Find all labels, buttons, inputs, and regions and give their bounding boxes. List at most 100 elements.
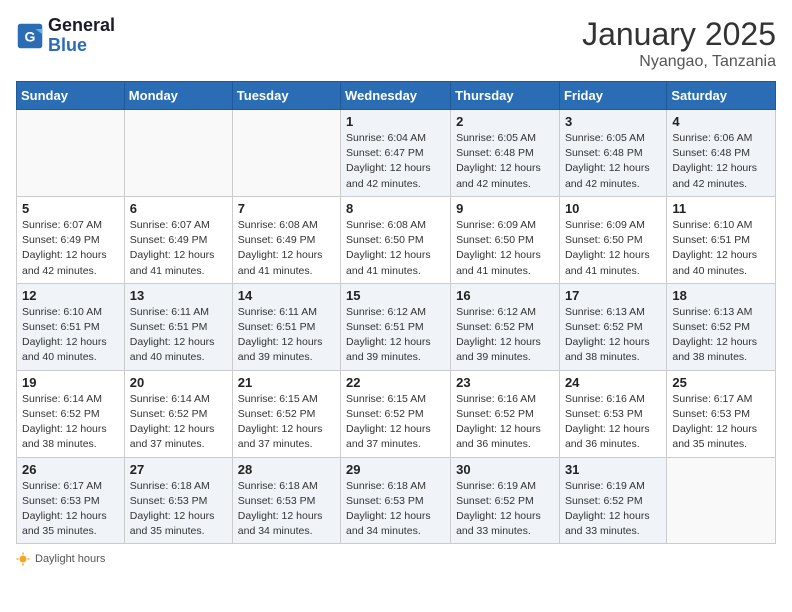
calendar-cell bbox=[17, 110, 125, 197]
day-number: 18 bbox=[672, 288, 770, 303]
day-number: 30 bbox=[456, 462, 554, 477]
day-info: Sunrise: 6:09 AM Sunset: 6:50 PM Dayligh… bbox=[456, 218, 554, 279]
calendar-cell: 17Sunrise: 6:13 AM Sunset: 6:52 PM Dayli… bbox=[559, 283, 666, 370]
day-number: 15 bbox=[346, 288, 445, 303]
day-number: 13 bbox=[130, 288, 227, 303]
day-number: 21 bbox=[238, 375, 335, 390]
day-number: 2 bbox=[456, 114, 554, 129]
day-info: Sunrise: 6:08 AM Sunset: 6:50 PM Dayligh… bbox=[346, 218, 445, 279]
day-number: 26 bbox=[22, 462, 119, 477]
day-info: Sunrise: 6:16 AM Sunset: 6:52 PM Dayligh… bbox=[456, 392, 554, 453]
calendar-cell: 1 Sunrise: 6:04 AM Sunset: 6:47 PM Daylig… bbox=[341, 110, 451, 197]
calendar-cell: 4 Sunrise: 6:06 AM Sunset: 6:48 PM Daylig… bbox=[667, 110, 776, 197]
day-info: Sunrise: 6:14 AM Sunset: 6:52 PM Dayligh… bbox=[130, 392, 227, 453]
day-number: 4 bbox=[672, 114, 770, 129]
calendar-table: SundayMondayTuesdayWednesdayThursdayFrid… bbox=[16, 81, 776, 544]
calendar-cell: 22Sunrise: 6:15 AM Sunset: 6:52 PM Dayli… bbox=[341, 370, 451, 457]
calendar-cell: 20 Sunrise: 6:14 AM Sunset: 6:52 PM Dayli… bbox=[124, 370, 232, 457]
day-number: 11 bbox=[672, 201, 770, 216]
day-of-week-header: Thursday bbox=[451, 82, 560, 110]
calendar-cell: 8 Sunrise: 6:08 AM Sunset: 6:50 PM Daylig… bbox=[341, 196, 451, 283]
day-info: Sunrise: 6:10 AM Sunset: 6:51 PM Dayligh… bbox=[672, 218, 770, 279]
day-number: 8 bbox=[346, 201, 445, 216]
day-number: 12 bbox=[22, 288, 119, 303]
day-number: 20 bbox=[130, 375, 227, 390]
calendar-cell bbox=[124, 110, 232, 197]
day-info: Sunrise: 6:18 AM Sunset: 6:53 PM Dayligh… bbox=[130, 479, 227, 540]
calendar-cell bbox=[667, 457, 776, 544]
day-of-week-header: Wednesday bbox=[341, 82, 451, 110]
day-number: 1 bbox=[346, 114, 445, 129]
calendar-cell: 12 Sunrise: 6:10 AM Sunset: 6:51 PM Dayli… bbox=[17, 283, 125, 370]
day-info: Sunrise: 6:15 AM Sunset: 6:52 PM Dayligh… bbox=[238, 392, 335, 453]
day-number: 9 bbox=[456, 201, 554, 216]
day-info: Sunrise: 6:15 AM Sunset: 6:52 PM Dayligh… bbox=[346, 392, 445, 453]
day-number: 3 bbox=[565, 114, 661, 129]
day-number: 7 bbox=[238, 201, 335, 216]
calendar-week-row: 5 Sunrise: 6:07 AM Sunset: 6:49 PM Daylig… bbox=[17, 196, 776, 283]
day-info: Sunrise: 6:17 AM Sunset: 6:53 PM Dayligh… bbox=[672, 392, 770, 453]
day-number: 29 bbox=[346, 462, 445, 477]
calendar-cell: 21 Sunrise: 6:15 AM Sunset: 6:52 PM Dayli… bbox=[232, 370, 340, 457]
calendar-cell: 9 Sunrise: 6:09 AM Sunset: 6:50 PM Daylig… bbox=[451, 196, 560, 283]
calendar-cell: 24Sunrise: 6:16 AM Sunset: 6:53 PM Dayli… bbox=[559, 370, 666, 457]
day-info: Sunrise: 6:11 AM Sunset: 6:51 PM Dayligh… bbox=[238, 305, 335, 366]
svg-text:G: G bbox=[25, 28, 36, 44]
day-info: Sunrise: 6:13 AM Sunset: 6:52 PM Dayligh… bbox=[672, 305, 770, 366]
day-number: 31 bbox=[565, 462, 661, 477]
logo: G General Blue bbox=[16, 16, 115, 56]
calendar-header-row: SundayMondayTuesdayWednesdayThursdayFrid… bbox=[17, 82, 776, 110]
day-number: 23 bbox=[456, 375, 554, 390]
calendar-cell: 11 Sunrise: 6:10 AM Sunset: 6:51 PM Dayli… bbox=[667, 196, 776, 283]
calendar-cell: 26Sunrise: 6:17 AM Sunset: 6:53 PM Dayli… bbox=[17, 457, 125, 544]
title-block: January 2025 Nyangao, Tanzania bbox=[582, 16, 776, 71]
calendar-cell: 19 Sunrise: 6:14 AM Sunset: 6:52 PM Dayli… bbox=[17, 370, 125, 457]
calendar-cell: 29 Sunrise: 6:18 AM Sunset: 6:53 PM Dayli… bbox=[341, 457, 451, 544]
day-info: Sunrise: 6:19 AM Sunset: 6:52 PM Dayligh… bbox=[456, 479, 554, 540]
calendar-cell: 23 Sunrise: 6:16 AM Sunset: 6:52 PM Dayli… bbox=[451, 370, 560, 457]
page-header: G General Blue January 2025 Nyangao, Tan… bbox=[16, 16, 776, 71]
calendar-week-row: 1 Sunrise: 6:04 AM Sunset: 6:47 PM Daylig… bbox=[17, 110, 776, 197]
logo-icon: G bbox=[16, 22, 44, 50]
day-number: 27 bbox=[130, 462, 227, 477]
calendar-cell: 6Sunrise: 6:07 AM Sunset: 6:49 PM Daylig… bbox=[124, 196, 232, 283]
calendar-cell bbox=[232, 110, 340, 197]
calendar-cell: 25 Sunrise: 6:17 AM Sunset: 6:53 PM Dayli… bbox=[667, 370, 776, 457]
calendar-cell: 15Sunrise: 6:12 AM Sunset: 6:51 PM Dayli… bbox=[341, 283, 451, 370]
day-info: Sunrise: 6:04 AM Sunset: 6:47 PM Dayligh… bbox=[346, 131, 445, 192]
calendar-week-row: 12 Sunrise: 6:10 AM Sunset: 6:51 PM Dayli… bbox=[17, 283, 776, 370]
day-info: Sunrise: 6:18 AM Sunset: 6:53 PM Dayligh… bbox=[238, 479, 335, 540]
day-of-week-header: Monday bbox=[124, 82, 232, 110]
day-number: 10 bbox=[565, 201, 661, 216]
month-title: January 2025 bbox=[582, 16, 776, 53]
calendar-cell: 31 Sunrise: 6:19 AM Sunset: 6:52 PM Dayli… bbox=[559, 457, 666, 544]
day-number: 16 bbox=[456, 288, 554, 303]
calendar-cell: 3Sunrise: 6:05 AM Sunset: 6:48 PM Daylig… bbox=[559, 110, 666, 197]
calendar-cell: 28 Sunrise: 6:18 AM Sunset: 6:53 PM Dayli… bbox=[232, 457, 340, 544]
day-info: Sunrise: 6:16 AM Sunset: 6:53 PM Dayligh… bbox=[565, 392, 661, 453]
calendar-cell: 30 Sunrise: 6:19 AM Sunset: 6:52 PM Dayli… bbox=[451, 457, 560, 544]
calendar-cell: 13Sunrise: 6:11 AM Sunset: 6:51 PM Dayli… bbox=[124, 283, 232, 370]
day-info: Sunrise: 6:06 AM Sunset: 6:48 PM Dayligh… bbox=[672, 131, 770, 192]
day-number: 5 bbox=[22, 201, 119, 216]
calendar-cell: 16Sunrise: 6:12 AM Sunset: 6:52 PM Dayli… bbox=[451, 283, 560, 370]
day-info: Sunrise: 6:10 AM Sunset: 6:51 PM Dayligh… bbox=[22, 305, 119, 366]
sun-icon bbox=[16, 552, 30, 566]
day-info: Sunrise: 6:18 AM Sunset: 6:53 PM Dayligh… bbox=[346, 479, 445, 540]
day-info: Sunrise: 6:14 AM Sunset: 6:52 PM Dayligh… bbox=[22, 392, 119, 453]
day-info: Sunrise: 6:19 AM Sunset: 6:52 PM Dayligh… bbox=[565, 479, 661, 540]
day-number: 28 bbox=[238, 462, 335, 477]
calendar-cell: 14Sunrise: 6:11 AM Sunset: 6:51 PM Dayli… bbox=[232, 283, 340, 370]
day-of-week-header: Tuesday bbox=[232, 82, 340, 110]
calendar-week-row: 26Sunrise: 6:17 AM Sunset: 6:53 PM Dayli… bbox=[17, 457, 776, 544]
day-number: 19 bbox=[22, 375, 119, 390]
day-number: 6 bbox=[130, 201, 227, 216]
day-info: Sunrise: 6:09 AM Sunset: 6:50 PM Dayligh… bbox=[565, 218, 661, 279]
calendar-cell: 7Sunrise: 6:08 AM Sunset: 6:49 PM Daylig… bbox=[232, 196, 340, 283]
calendar-footer: Daylight hours bbox=[16, 552, 776, 566]
day-info: Sunrise: 6:07 AM Sunset: 6:49 PM Dayligh… bbox=[22, 218, 119, 279]
day-info: Sunrise: 6:05 AM Sunset: 6:48 PM Dayligh… bbox=[456, 131, 554, 192]
day-of-week-header: Saturday bbox=[667, 82, 776, 110]
calendar-cell: 10 Sunrise: 6:09 AM Sunset: 6:50 PM Dayli… bbox=[559, 196, 666, 283]
day-number: 25 bbox=[672, 375, 770, 390]
